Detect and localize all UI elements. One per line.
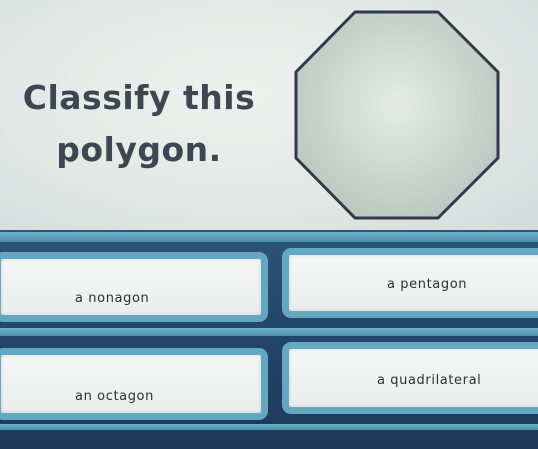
answers-panel: a nonagon a pentagon an octagon a quadri… — [0, 230, 538, 449]
answer-label: an octagon — [75, 389, 154, 404]
answer-label: a pentagon — [387, 277, 468, 292]
answer-option-quadrilateral[interactable]: a quadrilateral — [282, 342, 538, 414]
divider-stripe — [0, 328, 538, 336]
answer-label: a nonagon — [75, 291, 150, 306]
answer-option-octagon[interactable]: an octagon — [0, 348, 268, 420]
answer-option-pentagon[interactable]: a pentagon — [282, 248, 538, 318]
question-prompt: Classify this polygon. — [14, 72, 264, 176]
divider-stripe — [0, 232, 538, 242]
question-panel: Classify this polygon. — [0, 0, 538, 236]
prompt-line-1: Classify this — [22, 78, 256, 117]
octagon-icon — [292, 8, 504, 224]
divider-stripe — [0, 424, 538, 430]
prompt-line-2: polygon. — [56, 130, 222, 169]
answer-label: a quadrilateral — [377, 373, 482, 388]
octagon-shape — [294, 10, 500, 220]
answer-option-nonagon[interactable]: a nonagon — [0, 252, 268, 322]
